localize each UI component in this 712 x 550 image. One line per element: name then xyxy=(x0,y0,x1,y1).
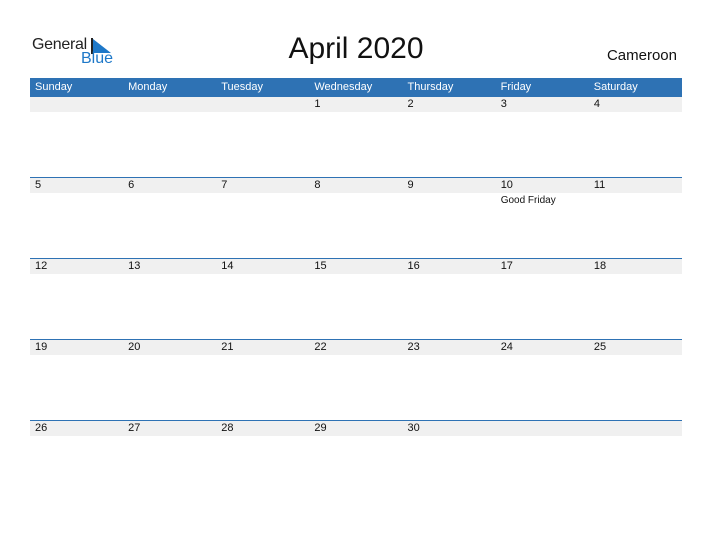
day-number: 12 xyxy=(35,260,48,272)
day-number: 7 xyxy=(221,179,228,191)
day-number: 14 xyxy=(221,260,234,272)
day-number: 6 xyxy=(128,179,135,191)
holiday-event: Good Friday xyxy=(500,195,556,206)
weekday-saturday: Saturday xyxy=(593,81,638,93)
weekday-wednesday: Wednesday xyxy=(314,81,373,93)
day-cell: 7 xyxy=(216,177,309,257)
day-cell: 4 xyxy=(589,97,682,177)
weekday-sunday: Sunday xyxy=(35,81,73,93)
day-number: 19 xyxy=(35,341,48,353)
day-number: 11 xyxy=(593,179,606,191)
week-row: 1 2 3 4 xyxy=(30,97,682,177)
week-row: 19 20 21 22 23 24 25 xyxy=(30,339,682,419)
day-number: 29 xyxy=(314,422,327,434)
day-cell: 15 xyxy=(309,258,402,338)
day-number: 28 xyxy=(221,422,234,434)
day-number: 25 xyxy=(593,341,607,353)
day-number: 21 xyxy=(221,341,234,353)
page-title: April 2020 xyxy=(288,32,424,65)
day-cell: 20 xyxy=(123,339,216,419)
day-cell xyxy=(123,97,216,177)
week-row: 26 27 28 29 30 xyxy=(30,420,682,500)
day-cell: 6 xyxy=(123,177,216,257)
day-cell: 12 xyxy=(30,258,123,338)
day-cell: 18 xyxy=(589,258,682,338)
day-number: 30 xyxy=(407,422,420,434)
day-number: 15 xyxy=(314,260,327,272)
day-cell xyxy=(496,420,589,500)
day-number: 24 xyxy=(500,341,513,353)
weekday-thursday: Thursday xyxy=(407,81,454,93)
day-number: 23 xyxy=(407,341,420,353)
day-cell: 17 xyxy=(496,258,589,338)
country-label: Cameroon xyxy=(606,47,677,64)
day-number: 17 xyxy=(500,260,513,272)
day-number: 16 xyxy=(407,260,420,272)
weekday-header: Sunday Monday Tuesday Wednesday Thursday Frid… xyxy=(30,78,682,97)
weekday-monday: Monday xyxy=(128,81,168,93)
day-cell: 22 xyxy=(309,339,402,419)
day-cell: 3 xyxy=(496,97,589,177)
day-number: 4 xyxy=(593,98,600,110)
day-number: 8 xyxy=(314,179,321,191)
day-cell: 23 xyxy=(403,339,496,419)
day-cell: 13 xyxy=(123,258,216,338)
day-number: 13 xyxy=(128,260,141,272)
day-number: 3 xyxy=(500,98,507,110)
day-cell xyxy=(30,97,123,177)
day-cell: 16 xyxy=(403,258,496,338)
day-cell xyxy=(216,97,309,177)
day-number: 9 xyxy=(407,179,414,191)
day-cell xyxy=(589,420,682,500)
day-number: 1 xyxy=(314,98,321,110)
day-cell: 9 xyxy=(403,177,496,257)
day-cell: 28 xyxy=(216,420,309,500)
day-cell: 1 xyxy=(309,97,402,177)
weekday-tuesday: Tuesday xyxy=(221,81,264,93)
week-row: 12 13 14 15 16 17 18 xyxy=(30,258,682,338)
day-cell: 29 xyxy=(309,420,402,500)
day-number: 20 xyxy=(128,341,141,353)
day-cell: 30 xyxy=(403,420,496,500)
day-cell: 5 xyxy=(30,177,123,257)
day-number: 2 xyxy=(407,98,414,110)
day-cell: 21 xyxy=(216,339,309,419)
day-cell: 11 xyxy=(589,177,682,257)
day-cell: 24 xyxy=(496,339,589,419)
day-number: 10 xyxy=(500,179,513,191)
day-number: 5 xyxy=(35,179,42,191)
day-cell: 10 Good Friday xyxy=(496,177,589,257)
day-cell: 27 xyxy=(123,420,216,500)
week-row: 5 6 7 8 9 10 Good Friday 11 xyxy=(30,177,682,257)
day-cell: 14 xyxy=(216,258,309,338)
day-cell: 19 xyxy=(30,339,123,419)
day-number: 22 xyxy=(314,341,327,353)
day-cell: 8 xyxy=(309,177,402,257)
day-number: 18 xyxy=(593,260,607,272)
day-number: 27 xyxy=(128,422,141,434)
day-cell: 26 xyxy=(30,420,123,500)
day-number: 26 xyxy=(35,422,48,434)
day-cell: 2 xyxy=(403,97,496,177)
weekday-friday: Friday xyxy=(500,81,532,93)
day-cell: 25 xyxy=(589,339,682,419)
